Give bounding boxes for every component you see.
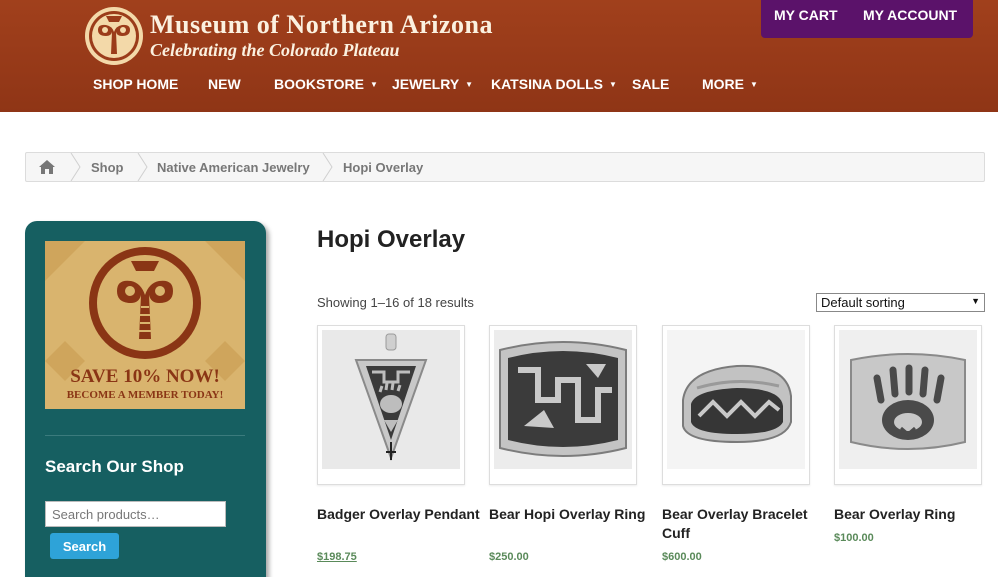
breadcrumb-native-american-jewelry[interactable]: Native American Jewelry bbox=[157, 160, 310, 175]
nav-sale[interactable]: SALE bbox=[632, 76, 669, 92]
nav-katsina-dolls[interactable]: KATSINA DOLLS ▼ bbox=[491, 76, 617, 92]
breadcrumb-separator-icon bbox=[70, 153, 81, 181]
product-image-link[interactable] bbox=[317, 325, 465, 485]
product-name[interactable]: Bear Hopi Overlay Ring bbox=[489, 505, 659, 524]
result-count: Showing 1–16 of 18 results bbox=[317, 295, 474, 310]
sidebar-divider bbox=[45, 435, 245, 436]
dropdown-arrow-icon: ▼ bbox=[971, 296, 980, 306]
site-header: Museum of Northern Arizona Celebrating t… bbox=[0, 0, 998, 112]
pendant-image bbox=[322, 330, 460, 469]
sort-select[interactable]: Default sorting ▼ bbox=[816, 293, 985, 312]
nav-label: SALE bbox=[632, 76, 670, 92]
product-price: $198.75 bbox=[317, 551, 357, 563]
nav-more[interactable]: MORE ▼ bbox=[702, 76, 758, 92]
product-name[interactable]: Bear Overlay Ring bbox=[834, 505, 998, 524]
nav-label: BOOKSTORE bbox=[274, 76, 364, 92]
breadcrumb-shop[interactable]: Shop bbox=[91, 160, 124, 175]
search-shop-heading: Search Our Shop bbox=[45, 457, 184, 476]
breadcrumb-separator-icon bbox=[322, 153, 333, 181]
product-price: $600.00 bbox=[662, 551, 702, 563]
account-bar: MY CART MY ACCOUNT bbox=[761, 0, 973, 38]
membership-promo-banner[interactable]: SAVE 10% NOW! BECOME A MEMBER TODAY! bbox=[45, 241, 245, 409]
nav-bookstore[interactable]: BOOKSTORE ▼ bbox=[274, 76, 378, 92]
home-icon[interactable] bbox=[38, 159, 56, 175]
caret-down-icon: ▼ bbox=[465, 80, 474, 89]
product-price: $100.00 bbox=[834, 532, 874, 544]
nav-jewelry[interactable]: JEWELRY ▼ bbox=[392, 76, 473, 92]
nav-label: KATSINA DOLLS bbox=[491, 76, 603, 92]
sidebar: SAVE 10% NOW! BECOME A MEMBER TODAY! Sea… bbox=[25, 221, 266, 577]
caret-down-icon: ▼ bbox=[369, 80, 378, 89]
breadcrumb-separator-icon bbox=[137, 153, 148, 181]
logo-subtitle: Celebrating the Colorado Plateau bbox=[150, 40, 400, 60]
caret-down-icon: ▼ bbox=[609, 80, 617, 89]
nav-label: SHOP HOME bbox=[93, 76, 179, 92]
breadcrumb: Shop Native American Jewelry Hopi Overla… bbox=[25, 152, 985, 182]
search-button[interactable]: Search bbox=[50, 533, 119, 559]
page-title: Hopi Overlay bbox=[317, 226, 466, 253]
museum-logo-icon bbox=[85, 7, 143, 65]
sort-selected-value: Default sorting bbox=[821, 295, 905, 310]
product-name[interactable]: Bear Overlay Bracelet Cuff bbox=[662, 505, 832, 543]
breadcrumb-current: Hopi Overlay bbox=[343, 160, 424, 175]
product-image-link[interactable] bbox=[489, 325, 637, 485]
search-input[interactable] bbox=[45, 501, 226, 527]
promo-headline: SAVE 10% NOW! bbox=[70, 366, 220, 387]
bracelet-cuff-image bbox=[667, 330, 805, 469]
nav-label: NEW bbox=[208, 76, 241, 92]
ring-image bbox=[494, 330, 632, 469]
nav-label: JEWELRY bbox=[392, 76, 460, 92]
product-image-link[interactable] bbox=[834, 325, 982, 485]
product-name[interactable]: Badger Overlay Pendant bbox=[317, 505, 487, 524]
caret-down-icon: ▼ bbox=[750, 80, 758, 89]
nav-label: MORE bbox=[702, 76, 744, 92]
site-logo[interactable]: Museum of Northern Arizona Celebrating t… bbox=[84, 6, 493, 66]
product-image-link[interactable] bbox=[662, 325, 810, 485]
logo-title: Museum of Northern Arizona bbox=[150, 10, 494, 39]
my-cart-link[interactable]: MY CART bbox=[774, 7, 838, 23]
promo-subline: BECOME A MEMBER TODAY! bbox=[66, 389, 224, 401]
nav-shop-home[interactable]: SHOP HOME bbox=[93, 76, 178, 92]
product-price: $250.00 bbox=[489, 551, 529, 563]
nav-new[interactable]: NEW bbox=[208, 76, 241, 92]
my-account-link[interactable]: MY ACCOUNT bbox=[863, 7, 957, 23]
bear-ring-image bbox=[839, 330, 977, 469]
